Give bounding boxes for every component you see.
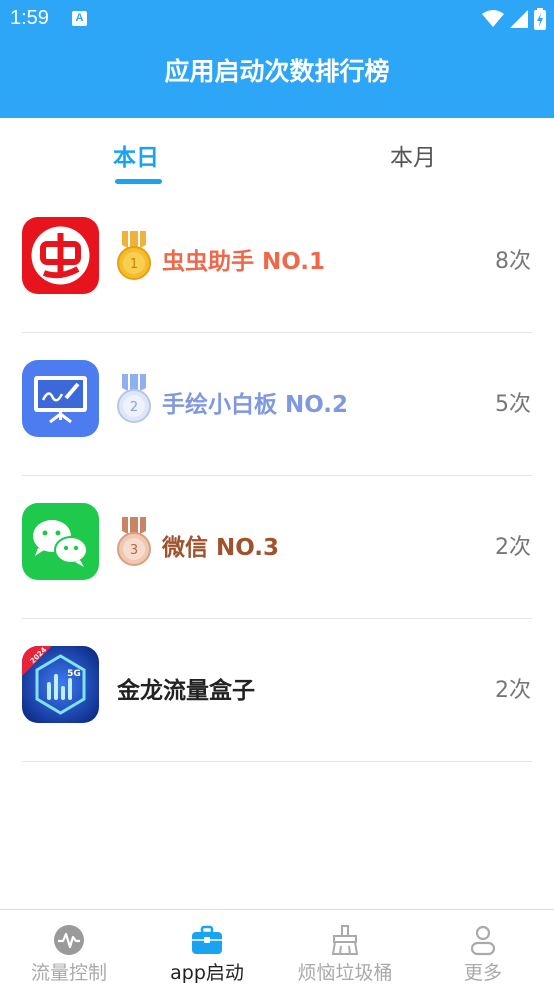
status-icons bbox=[482, 7, 546, 31]
more-user-icon bbox=[470, 925, 496, 956]
launch-count: 2次 bbox=[495, 535, 531, 560]
nav-trash-bin[interactable]: 烦恼垃圾桶 bbox=[276, 910, 414, 984]
launch-count: 8次 bbox=[495, 249, 531, 274]
nav-label: app启动 bbox=[170, 962, 244, 984]
list-item[interactable]: 2 手绘小白板 NO.2 5次 bbox=[0, 333, 554, 476]
notification-icon: A bbox=[72, 11, 87, 26]
status-bar: 1:59 A bbox=[0, 0, 554, 38]
nav-app-launch[interactable]: app启动 bbox=[138, 910, 276, 984]
app-header: 1:59 A 应用启动次数排行榜 bbox=[0, 0, 554, 118]
app-name: 手绘小白板 NO.2 bbox=[162, 392, 349, 418]
svg-text:1: 1 bbox=[130, 257, 138, 272]
svg-text:3: 3 bbox=[130, 543, 138, 558]
launch-count: 2次 bbox=[495, 678, 531, 703]
row-divider bbox=[22, 761, 532, 762]
nav-label: 烦恼垃圾桶 bbox=[297, 962, 393, 984]
list-item[interactable]: 5G 2024 金龙流量盒子 2次 bbox=[0, 619, 554, 762]
gold-medal-icon: 1 bbox=[117, 231, 151, 280]
wechat-app-icon bbox=[22, 503, 99, 580]
page-title: 应用启动次数排行榜 bbox=[164, 57, 390, 86]
bronze-medal-icon: 3 bbox=[117, 517, 151, 566]
signal-icon bbox=[510, 10, 528, 28]
active-tab-indicator bbox=[115, 179, 162, 184]
battery-icon bbox=[534, 8, 546, 30]
whiteboard-app-icon bbox=[22, 360, 99, 437]
tab-month[interactable]: 本月 bbox=[390, 138, 436, 172]
list-item[interactable]: 3 微信 NO.3 2次 bbox=[0, 476, 554, 619]
nav-traffic-control[interactable]: 流量控制 bbox=[0, 910, 138, 984]
app-launch-icon bbox=[192, 925, 222, 954]
silver-medal-icon: 2 bbox=[117, 374, 151, 423]
traffic-control-icon bbox=[54, 925, 84, 955]
app-name: 微信 NO.3 bbox=[162, 535, 280, 561]
list-item[interactable]: 1 虫虫助手 NO.1 8次 bbox=[0, 190, 554, 333]
app-name: 金龙流量盒子 bbox=[117, 678, 255, 704]
trash-bin-icon bbox=[331, 925, 359, 955]
tab-day[interactable]: 本日 bbox=[113, 138, 159, 172]
wifi-icon bbox=[482, 10, 504, 27]
period-tabs: 本日 本月 bbox=[0, 118, 554, 190]
svg-text:2: 2 bbox=[130, 400, 138, 415]
nav-label: 更多 bbox=[463, 962, 502, 984]
traffic-box-app-icon: 5G 2024 bbox=[22, 646, 99, 723]
launch-count: 5次 bbox=[495, 392, 531, 417]
svg-text:5G: 5G bbox=[67, 669, 81, 679]
app-name: 虫虫助手 NO.1 bbox=[162, 249, 326, 275]
nav-label: 流量控制 bbox=[30, 962, 107, 984]
nav-more[interactable]: 更多 bbox=[414, 910, 552, 984]
bottom-navigation: 流量控制 app启动 烦恼垃圾桶 更多 bbox=[0, 909, 554, 984]
status-time: 1:59 bbox=[10, 7, 49, 29]
chongchong-app-icon bbox=[22, 217, 99, 294]
